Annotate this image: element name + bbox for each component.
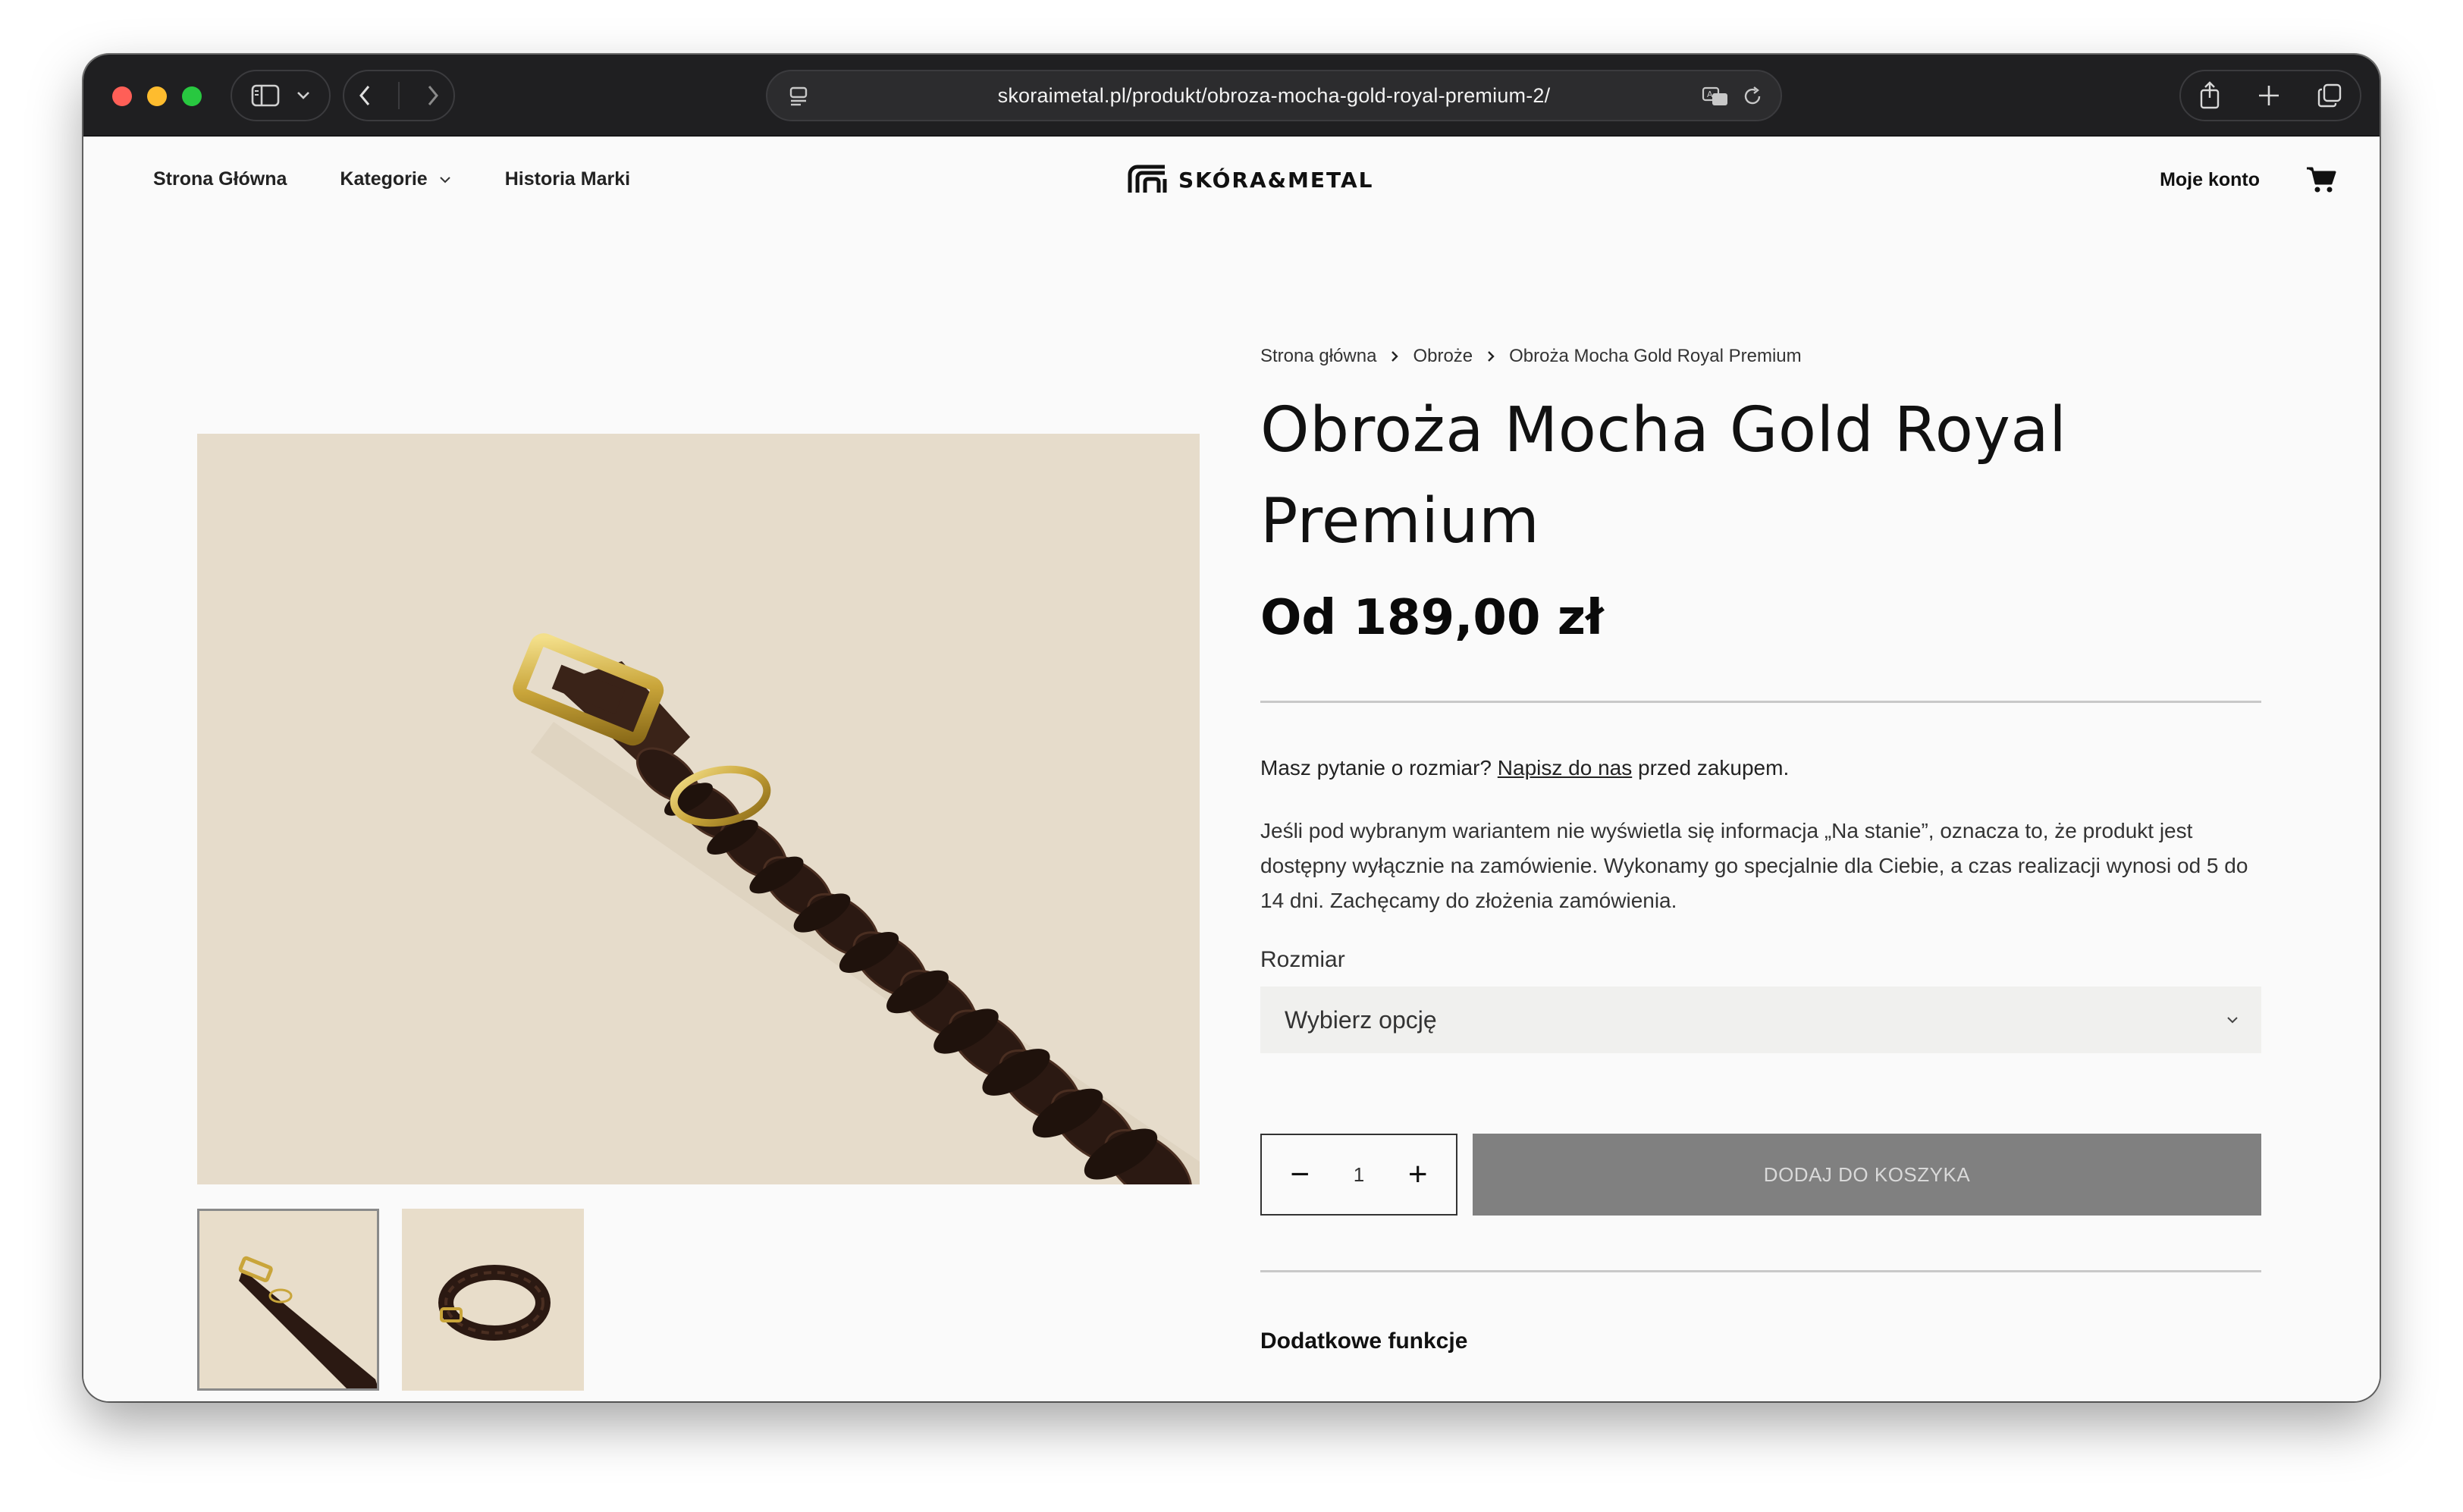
header-actions: Moje konto <box>2160 165 2337 194</box>
extra-features-heading: Dodatkowe funkcje <box>1260 1328 1468 1354</box>
breadcrumb-current: Obroża Mocha Gold Royal Premium <box>1509 346 1802 366</box>
chevron-right-icon <box>1390 350 1399 362</box>
back-arrow-icon[interactable] <box>358 84 372 107</box>
product-title-line-2: Premium <box>1260 485 1540 557</box>
braided-collar-illustration <box>513 633 1200 1184</box>
increase-quantity-button[interactable]: + <box>1395 1156 1441 1194</box>
add-to-cart-row: − 1 + DODAJ DO KOSZYKA <box>1260 1134 2261 1216</box>
divider <box>1260 701 2261 703</box>
chevron-right-icon <box>1486 350 1495 362</box>
logo-mark-icon <box>1127 164 1169 196</box>
contact-us-link[interactable]: Napisz do nas <box>1498 756 1632 780</box>
translate-icon[interactable]: A <box>1702 85 1730 108</box>
browser-window: skoraimetal.pl/produkt/obroza-mocha-gold… <box>83 55 2380 1401</box>
breadcrumb-category-link[interactable]: Obroże <box>1413 346 1473 367</box>
svg-text:A: A <box>1707 89 1713 99</box>
reload-icon[interactable] <box>1741 85 1764 108</box>
sidebar-toggle-group <box>231 70 331 121</box>
my-account-link[interactable]: Moje konto <box>2160 169 2260 191</box>
size-select-value: Wybierz opcję <box>1285 1005 1437 1034</box>
share-icon[interactable] <box>2198 81 2221 110</box>
screenshot-stage: skoraimetal.pl/produkt/obroza-mocha-gold… <box>0 0 2463 1512</box>
collar-ring-thumbnail-icon <box>438 1265 551 1341</box>
product-title-line-1: Obroża Mocha Gold Royal <box>1260 394 2067 466</box>
collar-thumbnail-icon <box>238 1256 379 1391</box>
address-bar-actions: A <box>1702 85 1764 108</box>
cart-icon[interactable] <box>2305 165 2337 194</box>
breadcrumb: Strona główna Obroże Obroża Mocha Gold R… <box>1260 346 2261 367</box>
forward-arrow-icon[interactable] <box>426 84 440 107</box>
size-question: Masz pytanie o rozmiar? Napisz do nas pr… <box>1260 756 2261 780</box>
site-logo[interactable]: SKÓRA&METAL <box>1127 164 1373 196</box>
divider <box>1260 1270 2261 1272</box>
zoom-window-button[interactable] <box>182 86 202 106</box>
logo-text: SKÓRA&METAL <box>1178 167 1374 193</box>
product-thumbnails <box>197 1209 584 1391</box>
main-navigation: Strona Główna Kategorie Historia Marki <box>153 168 630 190</box>
chevron-down-icon[interactable] <box>296 90 311 101</box>
quantity-stepper: − 1 + <box>1260 1134 1457 1216</box>
minimize-window-button[interactable] <box>147 86 167 106</box>
window-controls <box>112 86 202 106</box>
browser-toolbar: skoraimetal.pl/produkt/obroza-mocha-gold… <box>83 55 2380 136</box>
browser-actions <box>2179 70 2361 121</box>
nav-categories-label: Kategorie <box>340 168 428 190</box>
address-bar[interactable]: skoraimetal.pl/produkt/obroza-mocha-gold… <box>766 70 1782 121</box>
history-nav-group <box>343 70 455 121</box>
size-question-prefix: Masz pytanie o rozmiar? <box>1260 756 1492 780</box>
size-label: Rozmiar <box>1260 947 1345 972</box>
quantity-input[interactable]: 1 <box>1354 1163 1364 1187</box>
nav-divider <box>397 82 400 109</box>
nav-history-link[interactable]: Historia Marki <box>505 168 630 190</box>
site-header: Strona Główna Kategorie Historia Marki S… <box>83 136 2380 220</box>
nav-categories-link[interactable]: Kategorie <box>340 168 451 190</box>
product-main-image[interactable] <box>197 434 1200 1184</box>
web-page: Strona Główna Kategorie Historia Marki S… <box>83 136 2380 1401</box>
close-window-button[interactable] <box>112 86 132 106</box>
url-text: skoraimetal.pl/produkt/obroza-mocha-gold… <box>997 83 1551 107</box>
decrease-quantity-button[interactable]: − <box>1277 1156 1322 1194</box>
breadcrumb-home-link[interactable]: Strona główna <box>1260 346 1376 367</box>
chevron-down-icon <box>2226 1016 2239 1024</box>
size-question-suffix: przed zakupem. <box>1638 756 1790 780</box>
size-select[interactable]: Wybierz opcję <box>1260 987 2261 1053</box>
product-summary: Strona główna Obroże Obroża Mocha Gold R… <box>1260 346 2261 1354</box>
thumbnail-1[interactable] <box>197 1209 379 1391</box>
tab-overview-icon[interactable] <box>2317 83 2342 108</box>
sidebar-icon[interactable] <box>251 84 280 107</box>
product-price: Od 189,00 zł <box>1260 590 1604 646</box>
add-to-cart-button[interactable]: DODAJ DO KOSZYKA <box>1473 1134 2261 1216</box>
availability-description: Jeśli pod wybranym wariantem nie wyświet… <box>1260 819 2248 912</box>
new-tab-icon[interactable] <box>2257 83 2281 108</box>
chevron-down-icon <box>438 175 452 184</box>
product-title: Obroża Mocha Gold Royal Premium <box>1260 385 2261 567</box>
nav-home-link[interactable]: Strona Główna <box>153 168 287 190</box>
thumbnail-2[interactable] <box>402 1209 584 1391</box>
